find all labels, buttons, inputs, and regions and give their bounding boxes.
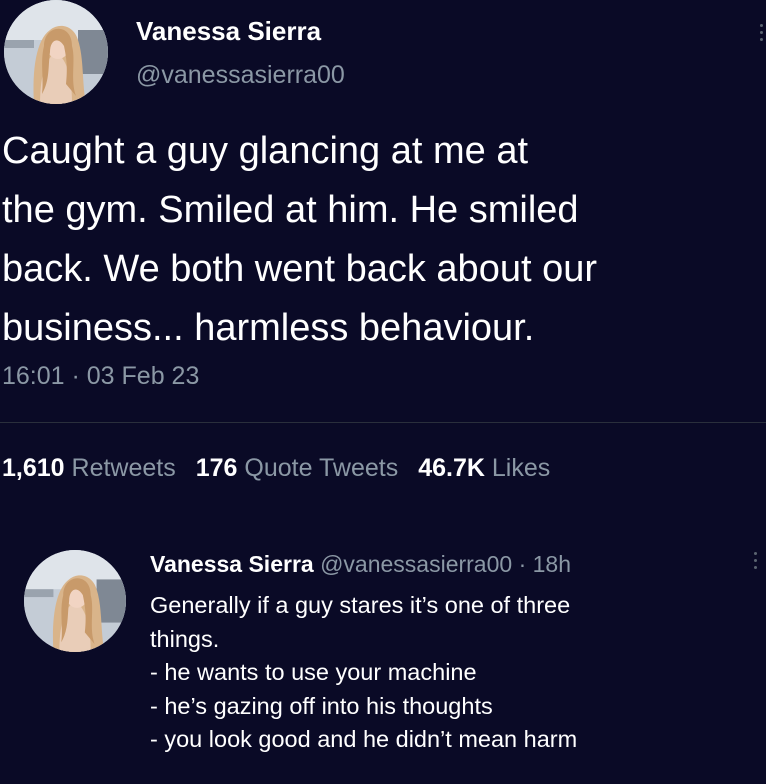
reply-text-line: - he wants to use your machine: [150, 659, 477, 685]
tweet-timestamp[interactable]: 16:01 · 03 Feb 23: [2, 362, 199, 391]
likes-label: Likes: [491, 454, 551, 482]
quote-tweets-label: Quote Tweets: [244, 454, 399, 482]
author-handle[interactable]: @vanessasierra00: [136, 61, 345, 90]
author-name[interactable]: Vanessa Sierra: [136, 16, 321, 47]
engagement-stats: 1,610 Retweets 176 Quote Tweets 46.7K Like…: [2, 454, 550, 483]
reply-author-name[interactable]: Vanessa Sierra: [150, 551, 314, 577]
tweet-text-line: Caught a guy glancing at me at: [2, 130, 529, 172]
reply-author-handle[interactable]: @vanessasierra00: [320, 551, 512, 577]
likes-count: 46.7K: [418, 454, 485, 482]
tweet-text-line: the gym. Smiled at him. He smiled: [2, 189, 579, 231]
quote-tweets-count: 176: [195, 454, 238, 482]
reply-text-line: - you look good and he didn’t mean harm: [150, 726, 578, 752]
retweets-label: Retweets: [71, 454, 176, 482]
more-options-icon[interactable]: [760, 24, 766, 45]
reply-header: Vanessa Sierra @vanessasierra00 · 18h: [150, 551, 571, 578]
divider: [0, 422, 766, 423]
reply-text-line: Generally if a guy stares it’s one of th…: [150, 592, 571, 618]
profile-photo-image: [24, 550, 126, 652]
more-options-icon[interactable]: [754, 552, 760, 573]
tweet-text: Caught a guy glancing at me at the gym. …: [2, 122, 762, 358]
quote-tweets-stat[interactable]: 176 Quote Tweets: [196, 454, 398, 482]
tweet-text-line: business... harmless behaviour.: [2, 307, 535, 349]
profile-photo-image: [4, 0, 108, 104]
tweet-text-line: back. We both went back about our: [2, 248, 597, 290]
avatar[interactable]: [4, 0, 108, 104]
reply-separator: ·: [512, 551, 533, 577]
retweets-stat[interactable]: 1,610 Retweets: [2, 454, 176, 482]
likes-stat[interactable]: 46.7K Likes: [418, 454, 550, 482]
reply-avatar[interactable]: [24, 550, 126, 652]
reply-time[interactable]: 18h: [533, 551, 571, 577]
reply-text: Generally if a guy stares it’s one of th…: [150, 589, 750, 757]
reply-text-line: - he’s gazing off into his thoughts: [150, 692, 493, 719]
retweets-count: 1,610: [2, 454, 65, 482]
reply-text-line: things.: [150, 625, 220, 652]
